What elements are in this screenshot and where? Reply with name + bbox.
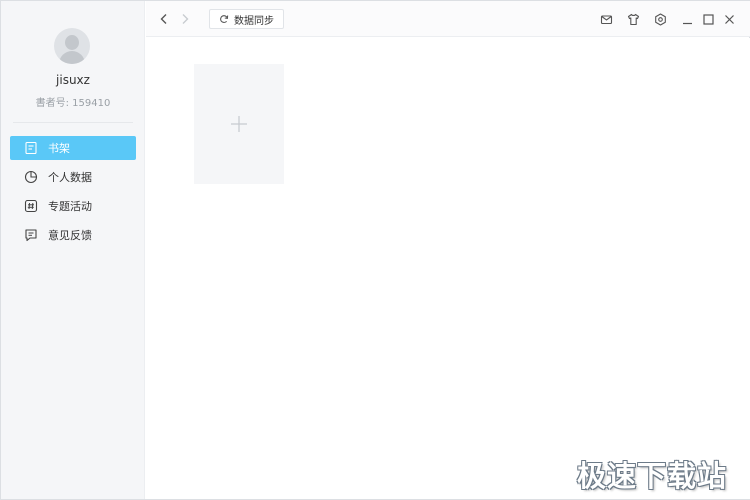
tshirt-icon (627, 13, 639, 25)
site-watermark: 极速下载站 (577, 453, 737, 493)
skin-button[interactable] (626, 12, 640, 26)
bookshelf-icon (24, 141, 38, 155)
avatar[interactable] (54, 28, 90, 64)
sync-data-label: 数据同步 (234, 15, 274, 27)
title-bar: 数据同步 (146, 1, 750, 37)
sidebar-item-label: 书架 (48, 142, 70, 155)
sidebar-item-label: 个人数据 (48, 171, 92, 184)
hashtag-icon (24, 199, 38, 213)
add-book-button[interactable] (194, 64, 284, 184)
sidebar-item-label: 意见反馈 (48, 229, 92, 242)
sidebar-item-label: 专题活动 (48, 200, 92, 213)
mail-button[interactable] (599, 12, 613, 26)
back-button[interactable] (156, 11, 172, 27)
bookshelf-area (146, 38, 750, 499)
sidebar: jisuxz 書者号: 159410 书架 个人数据 专题活动 意见反馈 (1, 1, 145, 499)
sync-data-button[interactable]: 数据同步 (209, 9, 284, 29)
sidebar-nav: 书架 个人数据 专题活动 意见反馈 (10, 136, 136, 252)
watermark-text: 极速下载站 (577, 459, 728, 493)
settings-button[interactable] (653, 12, 667, 26)
plus-icon (231, 116, 247, 132)
close-button[interactable] (722, 12, 736, 26)
sidebar-divider (13, 122, 133, 123)
pie-chart-icon (24, 170, 38, 184)
username: jisuxz (56, 73, 90, 87)
sidebar-item-feedback[interactable]: 意见反馈 (10, 223, 136, 247)
chevron-left-icon (160, 14, 167, 24)
close-icon (724, 14, 734, 24)
sidebar-item-personal-data[interactable]: 个人数据 (10, 165, 136, 189)
minimize-icon (682, 22, 692, 24)
feedback-icon (24, 228, 38, 242)
sidebar-item-special-events[interactable]: 专题活动 (10, 194, 136, 218)
avatar-head-shape (65, 35, 79, 50)
maximize-button[interactable] (701, 12, 715, 26)
minimize-button[interactable] (680, 12, 694, 26)
refresh-icon (220, 15, 229, 24)
chevron-right-icon (182, 14, 189, 24)
reader-id: 書者号: 159410 (35, 98, 111, 109)
sidebar-item-bookshelf[interactable]: 书架 (10, 136, 136, 160)
app-window: jisuxz 書者号: 159410 书架 个人数据 专题活动 意见反馈 数据同… (0, 0, 750, 500)
avatar-body-shape (59, 51, 85, 64)
settings-icon (654, 12, 666, 26)
mail-icon (600, 14, 612, 24)
forward-button[interactable] (177, 11, 193, 27)
maximize-icon (702, 13, 714, 25)
